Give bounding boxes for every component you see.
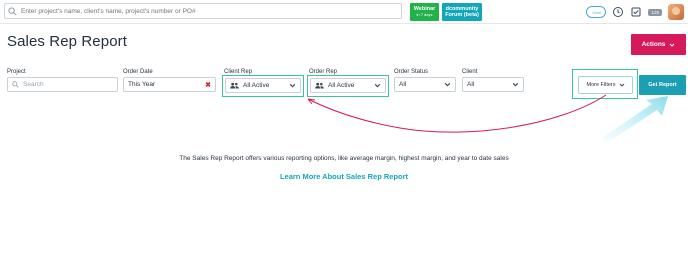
client-value: All bbox=[467, 81, 475, 88]
order-rep-value: All Active bbox=[328, 82, 355, 89]
sales-rep-report-page: Webinar in 7 days dcommunity Forum (beta… bbox=[0, 0, 688, 267]
chevron-down-icon bbox=[374, 83, 381, 88]
order-status-label: Order Status bbox=[394, 69, 429, 75]
avatar[interactable] bbox=[668, 4, 684, 20]
client-rep-value: All Active bbox=[243, 82, 270, 89]
search-icon bbox=[12, 81, 19, 88]
global-search-input[interactable] bbox=[21, 7, 401, 15]
actions-button[interactable]: Actions bbox=[631, 34, 686, 55]
global-search[interactable] bbox=[4, 3, 402, 19]
get-report-button[interactable]: Get Report bbox=[639, 75, 686, 95]
clock-icon[interactable] bbox=[612, 6, 624, 18]
chat-button[interactable]: Chat bbox=[586, 6, 607, 18]
people-icon bbox=[315, 82, 324, 89]
webinar-badge[interactable]: Webinar in 7 days bbox=[410, 3, 439, 21]
actions-label: Actions bbox=[641, 41, 666, 48]
learn-more-link[interactable]: Learn More About Sales Rep Report bbox=[0, 172, 688, 181]
curved-arrow bbox=[307, 94, 607, 133]
project-label: Project bbox=[7, 69, 26, 75]
checklist-icon[interactable] bbox=[630, 6, 642, 18]
get-report-label: Get Report bbox=[648, 82, 677, 88]
chevron-down-icon bbox=[670, 43, 675, 47]
chat-label: Chat bbox=[592, 9, 601, 15]
page-title: Sales Rep Report bbox=[7, 33, 127, 50]
client-label: Client bbox=[462, 69, 478, 75]
order-rep-select[interactable]: All Active bbox=[310, 78, 386, 93]
people-icon bbox=[230, 82, 239, 89]
order-date-value: This Year bbox=[128, 81, 156, 88]
project-search-field[interactable]: Search bbox=[7, 77, 118, 92]
client-select[interactable]: All bbox=[462, 77, 524, 92]
search-icon bbox=[8, 6, 17, 15]
clear-icon[interactable]: ✖ bbox=[205, 81, 211, 89]
webinar-badge-subtitle: in 7 days bbox=[416, 12, 433, 17]
order-date-select[interactable]: This Year ✖ bbox=[123, 77, 216, 92]
order-date-label: Order Date bbox=[123, 69, 153, 75]
community-badge-subtitle: Forum (beta) bbox=[445, 12, 479, 18]
curved-arrow-head bbox=[307, 98, 316, 105]
client-rep-select[interactable]: All Active bbox=[225, 78, 301, 93]
community-forum-badge[interactable]: dcommunity Forum (beta) bbox=[442, 3, 482, 21]
chevron-down-icon bbox=[444, 82, 451, 87]
report-info-text: The Sales Rep Report offers various repo… bbox=[179, 155, 509, 162]
top-icons: Chat 125 bbox=[586, 4, 684, 20]
more-filters-label: More Filters bbox=[586, 82, 616, 88]
project-search-placeholder: Search bbox=[23, 81, 44, 88]
notification-count[interactable]: 125 bbox=[648, 8, 662, 16]
chevron-down-icon bbox=[512, 82, 519, 87]
top-bar: Webinar in 7 days dcommunity Forum (beta… bbox=[0, 0, 688, 24]
chevron-down-icon bbox=[619, 83, 624, 87]
glow-arrow bbox=[602, 96, 668, 142]
more-filters-button[interactable]: More Filters bbox=[578, 76, 633, 94]
chevron-down-icon bbox=[289, 83, 296, 88]
order-status-value: All bbox=[399, 81, 407, 88]
order-status-select[interactable]: All bbox=[394, 77, 456, 92]
